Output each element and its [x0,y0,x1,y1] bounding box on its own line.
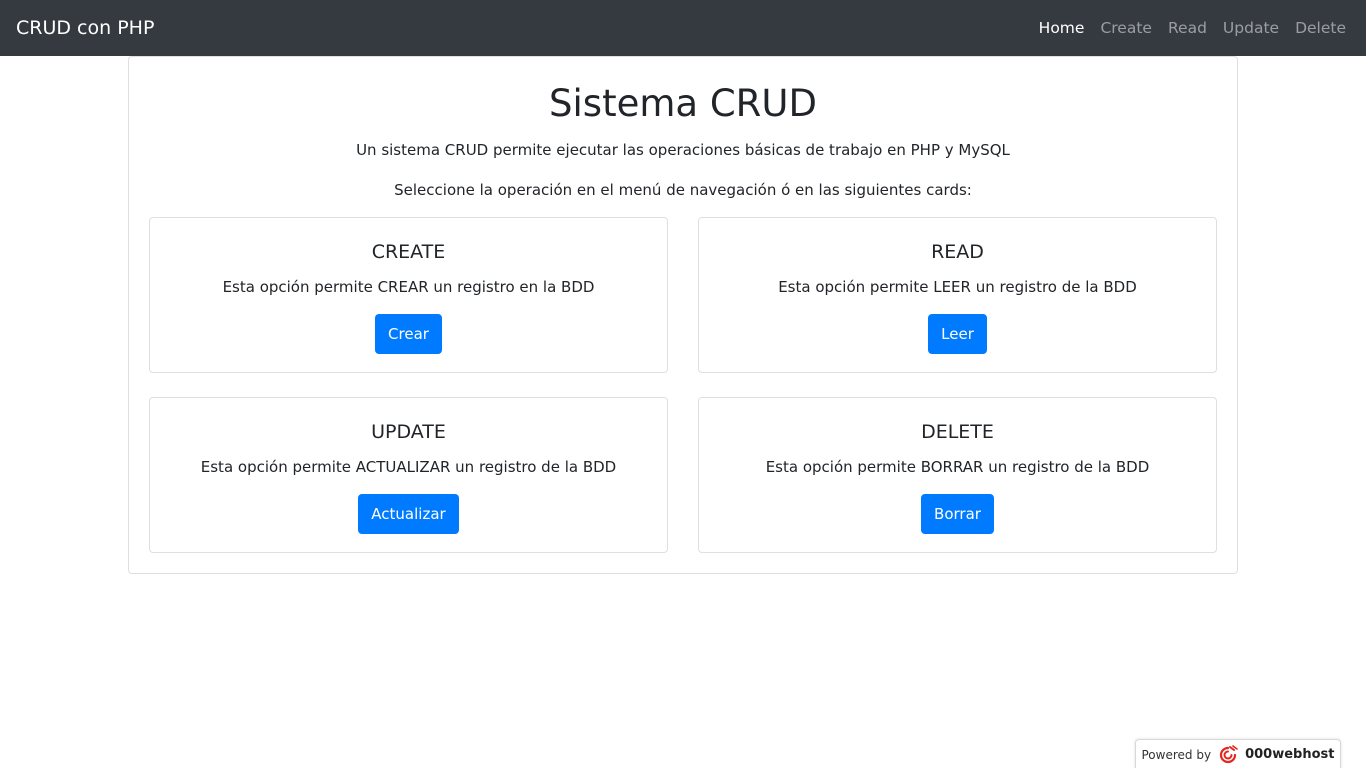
read-card-title: READ [931,241,984,263]
delete-card-text: Esta opción permite BORRAR un registro d… [765,458,1150,476]
navbar-brand[interactable]: CRUD con PHP [16,17,154,39]
read-card: READ Esta opción permite LEER un registr… [698,217,1217,373]
create-button[interactable]: Crear [375,314,442,354]
update-card: UPDATE Esta opción permite ACTUALIZAR un… [149,397,668,553]
delete-card: DELETE Esta opción permite BORRAR un reg… [698,397,1217,553]
delete-card-title: DELETE [921,421,994,443]
description-text: Un sistema CRUD permite ejecutar las ope… [356,141,1010,159]
powered-by-label: Powered by [1141,747,1212,762]
nav-link-create[interactable]: Create [1100,19,1152,37]
nav-link-home[interactable]: Home [1039,19,1085,37]
nav-links: Home Create Read Update Delete [1039,19,1350,37]
read-card-text: Esta opción permite LEER un registro de … [778,278,1137,296]
update-card-title: UPDATE [371,421,446,443]
nav-link-delete[interactable]: Delete [1295,19,1346,37]
000webhost-logo-icon [1217,744,1239,765]
main-card: Sistema CRUD Un sistema CRUD permite eje… [128,56,1238,574]
create-card-text: Esta opción permite CREAR un registro en… [222,278,595,296]
nav-link-read[interactable]: Read [1168,19,1207,37]
page-title: Sistema CRUD [549,82,817,125]
delete-button[interactable]: Borrar [921,494,994,534]
000webhost-label: 000webhost [1245,747,1335,762]
update-button[interactable]: Actualizar [358,494,459,534]
update-card-text: Esta opción permite ACTUALIZAR un regist… [200,458,617,476]
powered-by-badge[interactable]: Powered by 000webhost [1135,739,1341,768]
nav-link-update[interactable]: Update [1223,19,1279,37]
create-card-title: CREATE [371,241,446,263]
create-card: CREATE Esta opción permite CREAR un regi… [149,217,668,373]
top-navbar: CRUD con PHP Home Create Read Update Del… [0,0,1366,56]
read-button[interactable]: Leer [928,314,987,354]
instruction-text: Seleccione la operación en el menú de na… [394,181,972,199]
